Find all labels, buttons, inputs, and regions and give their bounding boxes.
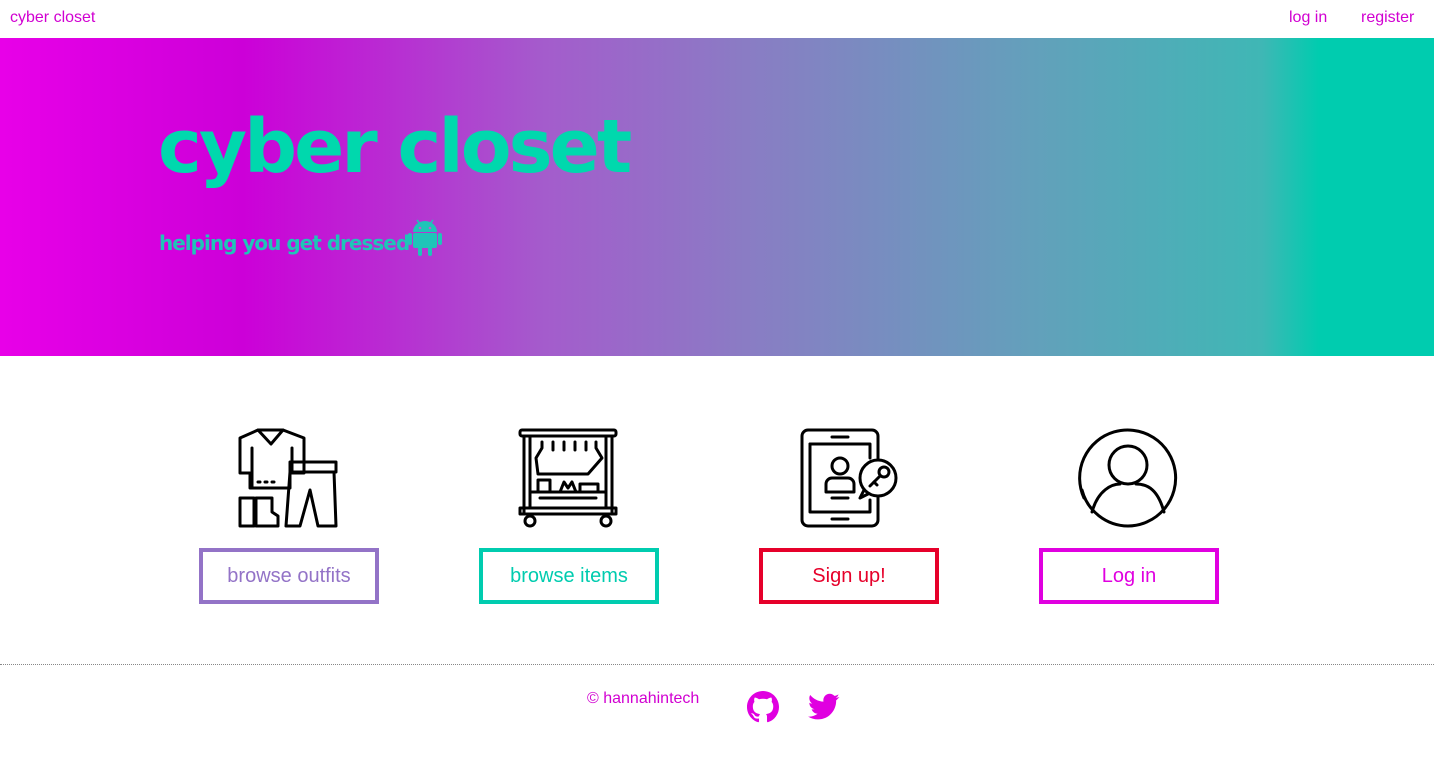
browse-outfits-button[interactable]: browse outfits <box>199 548 379 604</box>
hero-subtitle: helping you get dressed <box>159 231 410 255</box>
log-in-button[interactable]: Log in <box>1039 548 1219 604</box>
clothing-rack-icon <box>518 428 618 528</box>
browse-items-button[interactable]: browse items <box>479 548 659 604</box>
nav-register-link[interactable]: register <box>1361 9 1414 27</box>
twitter-icon[interactable] <box>808 693 840 721</box>
user-avatar-icon <box>1078 428 1178 528</box>
nav-login-link[interactable]: log in <box>1289 9 1327 27</box>
android-icon <box>408 219 442 256</box>
footer-divider <box>0 664 1434 665</box>
top-nav: cyber closet log in register <box>0 0 1434 38</box>
hero-banner: cyber closet helping you get dressed <box>0 38 1434 356</box>
sign-up-button[interactable]: Sign up! <box>759 548 939 604</box>
hero-title: cyber closet <box>158 104 632 190</box>
tablet-key-icon <box>800 428 898 528</box>
clothes-outfit-icon <box>238 428 338 528</box>
copyright-text: © hannahintech <box>587 690 700 707</box>
nav-brand-link[interactable]: cyber closet <box>10 9 95 27</box>
github-icon[interactable] <box>747 691 779 723</box>
